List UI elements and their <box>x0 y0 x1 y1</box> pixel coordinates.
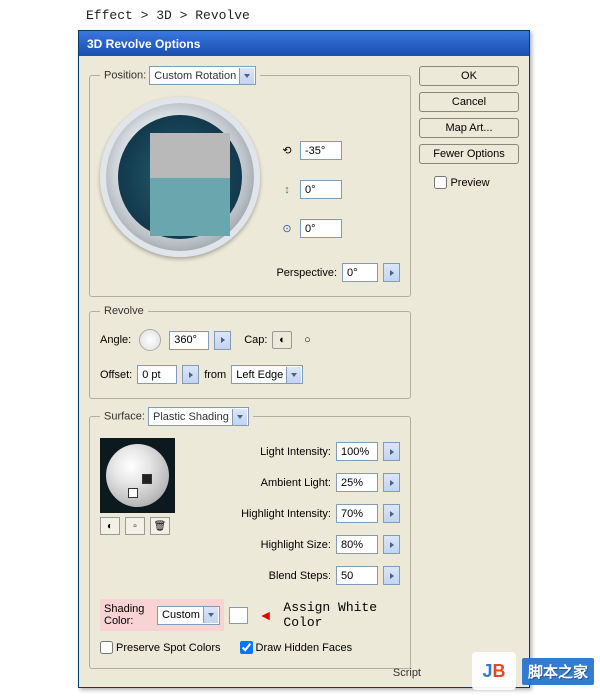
spinner-icon[interactable] <box>383 504 400 523</box>
spinner-icon[interactable] <box>383 535 400 554</box>
surface-legend: Surface: Plastic Shading <box>100 407 253 426</box>
shading-color-label: Shading Color: <box>104 603 153 627</box>
axis-y-icon: ↕ <box>279 182 295 198</box>
light-handle-main[interactable] <box>142 474 152 484</box>
spinner-icon[interactable] <box>383 442 400 461</box>
watermark-text: 脚本之家 <box>522 658 594 685</box>
rotate-z-input[interactable] <box>300 219 342 238</box>
move-light-back-icon[interactable]: ◐ <box>100 517 120 535</box>
breadcrumb: Effect > 3D > Revolve <box>0 0 600 23</box>
watermark: JB 脚本之家 <box>472 652 594 690</box>
ambient-light-label: Ambient Light: <box>190 477 331 489</box>
cap-on-icon[interactable]: ◐ <box>272 331 292 349</box>
ambient-light-input[interactable] <box>336 473 378 492</box>
cube-front-face <box>150 178 230 236</box>
offset-label: Offset: <box>100 369 132 381</box>
script-label: Script <box>393 667 421 679</box>
light-intensity-label: Light Intensity: <box>190 446 331 458</box>
from-label: from <box>204 369 226 381</box>
chevron-down-icon[interactable] <box>203 607 218 623</box>
ok-button[interactable]: OK <box>419 66 519 86</box>
highlight-intensity-label: Highlight Intensity: <box>190 508 331 520</box>
rotation-trackball[interactable] <box>100 97 260 257</box>
position-group: Position: Custom Rotation <box>89 66 411 297</box>
angle-label: Angle: <box>100 334 131 346</box>
draw-hidden-checkbox[interactable]: Draw Hidden Faces <box>240 641 353 654</box>
map-art-button[interactable]: Map Art... <box>419 118 519 138</box>
new-light-icon[interactable]: ▫ <box>125 517 145 535</box>
angle-input[interactable] <box>169 331 209 350</box>
revolve-legend: Revolve <box>100 305 148 317</box>
surface-dropdown[interactable]: Plastic Shading <box>148 407 249 426</box>
blend-steps-input[interactable] <box>336 566 378 585</box>
chevron-down-icon[interactable] <box>286 367 301 383</box>
rotate-x-input[interactable] <box>300 141 342 160</box>
angle-spinner[interactable] <box>214 331 231 350</box>
light-preview[interactable] <box>100 438 175 513</box>
offset-input[interactable] <box>137 365 177 384</box>
shading-color-swatch[interactable] <box>229 607 248 624</box>
light-intensity-input[interactable] <box>336 442 378 461</box>
blend-steps-label: Blend Steps: <box>190 570 331 582</box>
delete-light-icon[interactable]: 🗑 <box>150 517 170 535</box>
jb-logo-icon: JB <box>472 652 516 690</box>
perspective-input[interactable] <box>342 263 378 282</box>
chevron-down-icon[interactable] <box>239 68 254 84</box>
cap-off-icon[interactable]: ○ <box>297 331 317 349</box>
highlight-intensity-input[interactable] <box>336 504 378 523</box>
revolve-group: Revolve Angle: Cap: ◐ ○ Offset: from <box>89 305 411 399</box>
perspective-spinner[interactable] <box>383 263 400 282</box>
cube-top-face <box>150 133 230 178</box>
highlight-size-input[interactable] <box>336 535 378 554</box>
axis-x-icon: ⟲ <box>279 143 295 159</box>
chevron-down-icon[interactable] <box>232 409 247 425</box>
surface-group: Surface: Plastic Shading ◐ <box>89 407 411 669</box>
fewer-options-button[interactable]: Fewer Options <box>419 144 519 164</box>
position-dropdown[interactable]: Custom Rotation <box>149 66 256 85</box>
arrow-left-icon: ◄ <box>259 607 273 623</box>
axis-z-icon: ⊙ <box>279 221 295 237</box>
titlebar[interactable]: 3D Revolve Options <box>79 31 529 56</box>
from-dropdown[interactable]: Left Edge <box>231 365 303 384</box>
spinner-icon[interactable] <box>383 473 400 492</box>
spinner-icon[interactable] <box>383 566 400 585</box>
dialog-title: 3D Revolve Options <box>87 37 200 51</box>
position-legend: Position: Custom Rotation <box>100 66 260 85</box>
shading-color-dropdown[interactable]: Custom <box>157 606 220 625</box>
light-handle-secondary[interactable] <box>128 488 138 498</box>
shading-color-highlight: Shading Color: Custom <box>100 599 224 631</box>
dialog-3d-revolve: 3D Revolve Options Position: Custom Rota… <box>78 30 530 688</box>
rotate-y-input[interactable] <box>300 180 342 199</box>
cap-label: Cap: <box>244 334 267 346</box>
angle-dial[interactable] <box>139 329 161 351</box>
preserve-spot-checkbox[interactable]: Preserve Spot Colors <box>100 641 221 654</box>
cancel-button[interactable]: Cancel <box>419 92 519 112</box>
preview-checkbox[interactable]: Preview <box>419 176 505 189</box>
highlight-size-label: Highlight Size: <box>190 539 331 551</box>
offset-spinner[interactable] <box>182 365 199 384</box>
annotation-text: Assign White Color <box>283 600 400 630</box>
perspective-label: Perspective: <box>276 267 337 279</box>
